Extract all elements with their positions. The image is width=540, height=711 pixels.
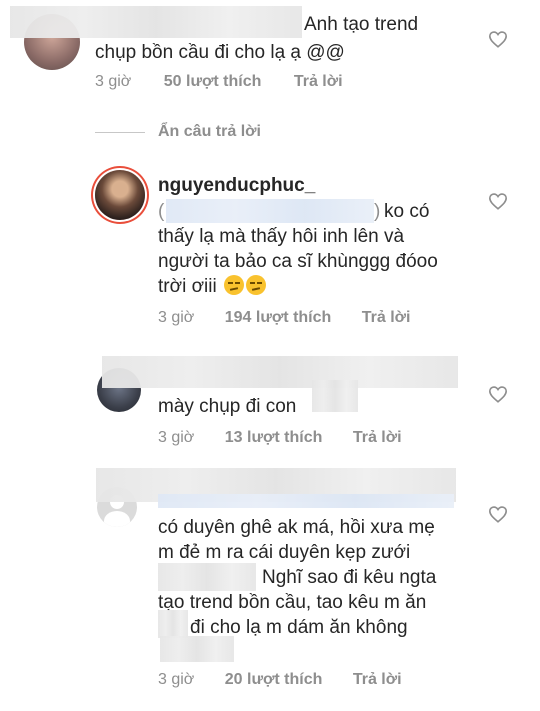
comment-text-line: thấy lạ mà thấy hôi inh lên và xyxy=(158,226,405,247)
reply-button[interactable]: Trả lời xyxy=(353,429,402,446)
comment-text-line: mày chụp đi con xyxy=(158,396,297,417)
redacted-text xyxy=(158,610,188,638)
comment-text-line: tạo trend bồn cầu, tao kêu m ăn xyxy=(158,592,427,613)
comment-time: 3 giờ xyxy=(158,671,195,688)
comment-meta: 3 giờ 20 lượt thích Trả lời xyxy=(158,671,402,689)
comment-text-line: ko có xyxy=(384,201,430,222)
like-count[interactable]: 13 lượt thích xyxy=(225,429,323,446)
redacted-username xyxy=(10,6,302,38)
redacted-text xyxy=(160,636,234,662)
redacted-mention xyxy=(166,199,374,223)
like-count[interactable]: 50 lượt thích xyxy=(164,73,262,90)
redacted-username xyxy=(102,356,458,388)
comment-text-line: có duyên ghê ak má, hồi xưa mẹ xyxy=(158,517,435,538)
comment-text-line: chụp bồn cầu đi cho lạ ạ @@ xyxy=(95,42,345,63)
comment-time: 3 giờ xyxy=(95,73,132,90)
confused-face-icon xyxy=(245,275,266,295)
comment-time: 3 giờ xyxy=(158,309,195,326)
redacted-mention xyxy=(158,494,454,508)
redacted-text xyxy=(312,380,358,412)
avatar[interactable] xyxy=(95,170,145,220)
default-avatar-body xyxy=(104,511,130,527)
comment-text-line: Nghĩ sao đi kêu ngta xyxy=(262,567,437,588)
comment-text-line: Anh tạo trend xyxy=(304,14,419,35)
reply-button[interactable]: Trả lời xyxy=(294,73,343,90)
reply-button[interactable]: Trả lời xyxy=(353,671,402,688)
comment-meta: 3 giờ 194 lượt thích Trả lời xyxy=(158,309,410,327)
like-count[interactable]: 20 lượt thích xyxy=(225,671,323,688)
comment-time: 3 giờ xyxy=(158,429,195,446)
mention-open: ( xyxy=(158,201,165,222)
mention-close: ) xyxy=(374,201,381,222)
replies-divider xyxy=(95,132,145,133)
heart-outline-icon[interactable] xyxy=(488,30,508,48)
heart-outline-icon[interactable] xyxy=(488,505,508,523)
comment-meta: 3 giờ 50 lượt thích Trả lời xyxy=(95,73,343,91)
heart-outline-icon[interactable] xyxy=(488,192,508,210)
comment-username[interactable]: nguyenducphuc_ xyxy=(158,175,315,197)
like-count[interactable]: 194 lượt thích xyxy=(225,309,332,326)
comment-text-line: m đẻ m ra cái duyên kẹp zưới xyxy=(158,542,411,563)
comment-meta: 3 giờ 13 lượt thích Trả lời xyxy=(158,429,402,447)
hide-replies-button[interactable]: Ẩn câu trả lời xyxy=(158,123,261,141)
comment-text-line: người ta bảo ca sĩ khùnggg đóoo xyxy=(158,251,438,272)
comment-text-line: trời ơiii xyxy=(158,275,266,298)
redacted-text xyxy=(158,563,256,591)
unamused-face-icon xyxy=(223,275,244,295)
reply-button[interactable]: Trả lời xyxy=(362,309,411,326)
heart-outline-icon[interactable] xyxy=(488,385,508,403)
